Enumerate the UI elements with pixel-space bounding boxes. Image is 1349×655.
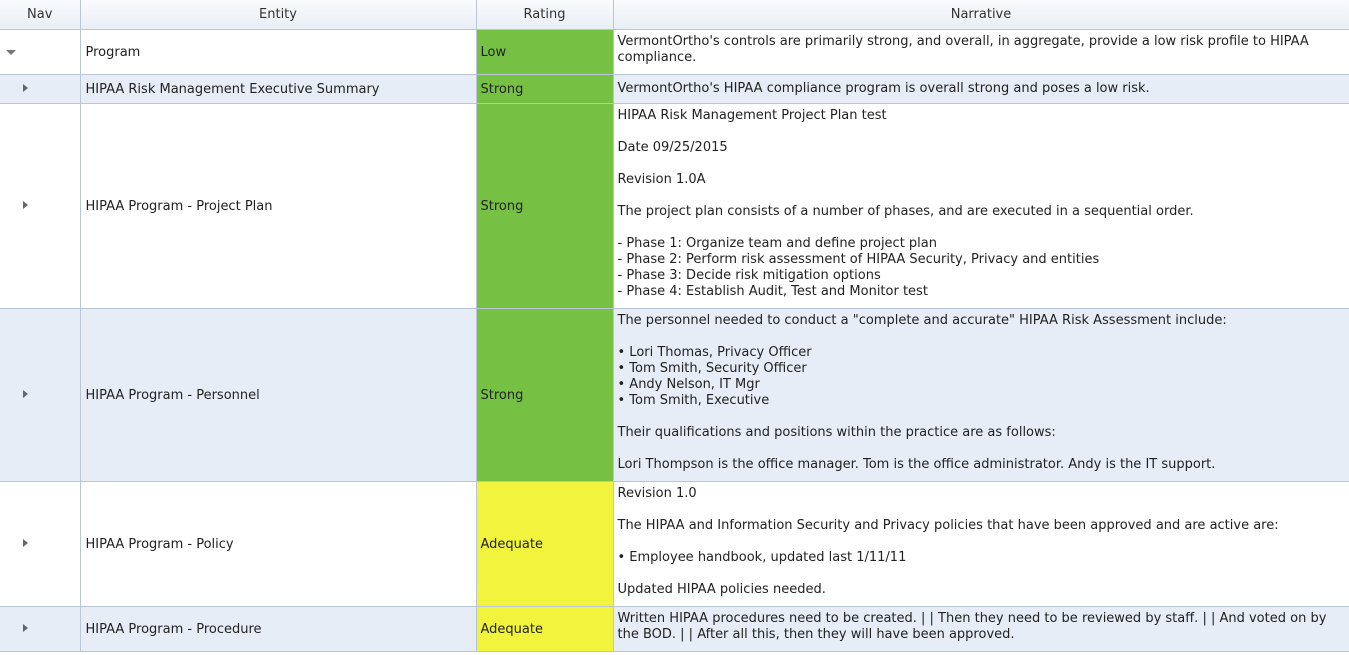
narrative-cell: The personnel needed to conduct a "compl…: [613, 308, 1349, 482]
collapsed-caret-icon[interactable]: [23, 201, 28, 209]
nav-cell[interactable]: [0, 606, 81, 652]
narrative-line: - Phase 2: Perform risk assessment of HI…: [617, 252, 1100, 267]
narrative-line: • Andy Nelson, IT Mgr: [617, 377, 760, 392]
nav-cell[interactable]: [0, 481, 81, 607]
entity-cell: HIPAA Program - Procedure: [80, 606, 477, 652]
header-row: Nav Entity Rating Narrative: [0, 0, 1349, 30]
narrative-spacer: [618, 188, 1345, 204]
entity-cell: HIPAA Program - Policy: [80, 481, 477, 607]
table-row[interactable]: HIPAA Program - Policy Adequate Revision…: [0, 481, 1349, 607]
narrative-line: • Tom Smith, Security Officer: [617, 361, 807, 376]
column-header-nav[interactable]: Nav: [0, 0, 81, 30]
narrative-cell: VermontOrtho's controls are primarily st…: [613, 29, 1349, 75]
nav-cell[interactable]: [0, 74, 81, 104]
narrative-cell: Written HIPAA procedures need to be crea…: [613, 606, 1349, 652]
narrative-cell: Revision 1.0 The HIPAA and Information Se…: [613, 481, 1349, 607]
collapsed-caret-icon[interactable]: [23, 539, 28, 547]
narrative-cell: VermontOrtho's HIPAA compliance program …: [613, 74, 1349, 104]
narrative-spacer: [618, 156, 1345, 172]
narrative-line: • Lori Thomas, Privacy Officer: [617, 345, 812, 360]
rating-cell: Low: [476, 29, 614, 75]
rating-cell: Strong: [476, 308, 614, 482]
nav-cell[interactable]: [0, 29, 81, 75]
narrative-line: Written HIPAA procedures need to be crea…: [617, 611, 1327, 642]
rating-cell: Strong: [476, 74, 614, 104]
narrative-line: Revision 1.0A: [617, 172, 706, 187]
entity-cell: HIPAA Program - Personnel: [80, 308, 477, 482]
narrative-line: • Employee handbook, updated last 1/11/1…: [617, 550, 907, 565]
column-header-entity[interactable]: Entity: [80, 0, 477, 30]
narrative-line: - Phase 4: Establish Audit, Test and Mon…: [617, 284, 928, 299]
narrative-line: Their qualifications and positions withi…: [617, 425, 1056, 440]
table-row[interactable]: HIPAA Program - Procedure Adequate Writt…: [0, 606, 1349, 652]
narrative-line: Updated HIPAA policies needed.: [617, 582, 826, 597]
entity-cell: HIPAA Program - Project Plan: [80, 103, 477, 309]
table-row[interactable]: HIPAA Program - Project Plan Strong HIPA…: [0, 103, 1349, 309]
collapsed-caret-icon[interactable]: [23, 624, 28, 632]
table-row[interactable]: HIPAA Risk Management Executive Summary …: [0, 74, 1349, 104]
narrative-line: - Phase 1: Organize team and define proj…: [617, 236, 938, 251]
narrative-line: The HIPAA and Information Security and P…: [617, 518, 1279, 533]
narrative-line: VermontOrtho's HIPAA compliance program …: [617, 81, 1150, 96]
entity-cell: HIPAA Risk Management Executive Summary: [80, 74, 477, 104]
narrative-line: Revision 1.0: [617, 486, 697, 501]
narrative-spacer: [618, 566, 1345, 582]
narrative-line: Lori Thompson is the office manager. Tom…: [617, 457, 1216, 472]
narrative-line: HIPAA Risk Management Project Plan test: [617, 108, 887, 123]
column-header-narrative[interactable]: Narrative: [613, 0, 1349, 30]
rating-cell: Adequate: [476, 481, 614, 607]
rating-cell: Adequate: [476, 606, 614, 652]
narrative-spacer: [618, 329, 1345, 345]
narrative-spacer: [618, 220, 1345, 236]
narrative-line: - Phase 3: Decide risk mitigation option…: [617, 268, 881, 283]
nav-cell[interactable]: [0, 308, 81, 482]
collapsed-caret-icon[interactable]: [23, 84, 28, 92]
narrative-line: VermontOrtho's controls are primarily st…: [617, 34, 1309, 65]
narrative-cell: HIPAA Risk Management Project Plan test D…: [613, 103, 1349, 309]
nav-cell[interactable]: [0, 103, 81, 309]
narrative-spacer: [618, 502, 1345, 518]
narrative-spacer: [618, 409, 1345, 425]
narrative-line: Date 09/25/2015: [617, 140, 728, 155]
table-row[interactable]: HIPAA Program - Personnel Strong The per…: [0, 308, 1349, 482]
narrative-line: The personnel needed to conduct a "compl…: [617, 313, 1227, 328]
narrative-spacer: [618, 124, 1345, 140]
collapsed-caret-icon[interactable]: [23, 390, 28, 398]
narrative-spacer: [618, 441, 1345, 457]
rating-cell: Strong: [476, 103, 614, 309]
column-header-rating[interactable]: Rating: [476, 0, 614, 30]
narrative-line: • Tom Smith, Executive: [617, 393, 770, 408]
expanded-caret-icon[interactable]: [6, 50, 16, 55]
narrative-line: The project plan consists of a number of…: [617, 204, 1194, 219]
narrative-spacer: [618, 534, 1345, 550]
entity-cell: Program: [80, 29, 477, 75]
risk-grid: Nav Entity Rating Narrative Program Low …: [0, 0, 1349, 652]
table-row[interactable]: Program Low VermontOrtho's controls are …: [0, 29, 1349, 75]
